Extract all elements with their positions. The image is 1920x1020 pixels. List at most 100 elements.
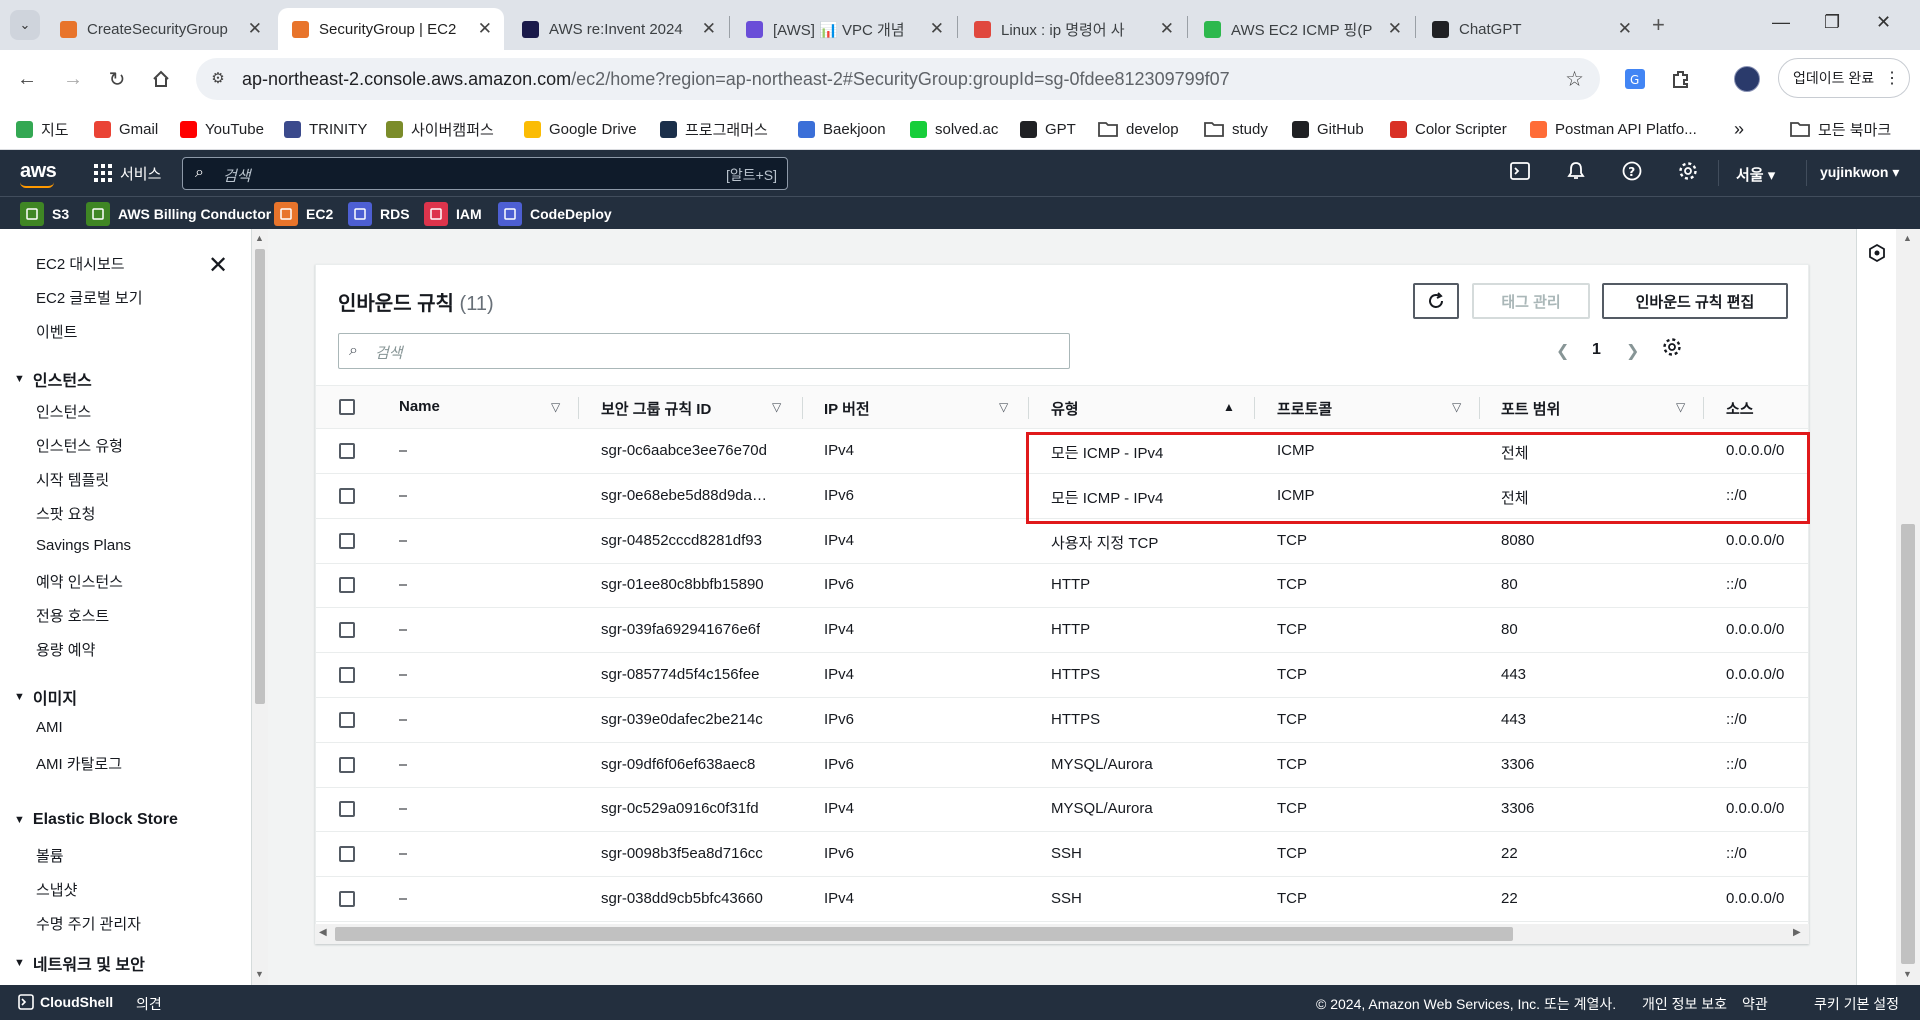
bookmark-item[interactable]: Gmail <box>94 108 158 150</box>
column-header[interactable]: 소스 <box>1726 398 1754 419</box>
column-header[interactable]: IP 버전 <box>824 398 870 419</box>
bookmark-item[interactable]: GPT <box>1020 108 1076 150</box>
sort-icon[interactable]: ▽ <box>1676 400 1685 414</box>
sidebar-link[interactable]: 예약 인스턴스 <box>36 571 123 592</box>
close-tab-icon[interactable]: ✕ <box>1160 19 1174 39</box>
all-bookmarks-folder[interactable]: 모든 북마크 <box>1790 108 1891 150</box>
row-checkbox[interactable] <box>339 891 355 907</box>
close-tab-icon[interactable]: ✕ <box>930 19 944 39</box>
edit-inbound-rules-button[interactable]: 인바운드 규칙 편집 <box>1602 283 1788 319</box>
terms-link[interactable]: 약관 <box>1742 994 1768 1014</box>
row-checkbox[interactable] <box>339 667 355 683</box>
sidebar-section-header[interactable]: ▼ Elastic Block Store <box>14 811 178 829</box>
column-divider[interactable] <box>802 397 803 419</box>
browser-tab[interactable]: SecurityGroup | EC2 ✕ <box>278 8 504 50</box>
sidebar-link[interactable]: 용량 예약 <box>36 639 95 660</box>
update-button[interactable]: 업데이트 완료 ⋮ <box>1778 58 1910 98</box>
row-checkbox[interactable] <box>339 577 355 594</box>
column-divider[interactable] <box>1479 397 1480 419</box>
scroll-down-icon[interactable]: ▼ <box>255 969 264 979</box>
sidebar-section-header[interactable]: ▼ 네트워크 및 보안 <box>14 951 145 975</box>
scroll-up-icon[interactable]: ▲ <box>1903 233 1912 243</box>
table-row[interactable]: – sgr-0c529a0916c0f31fd IPv4 MYSQL/Aurora TC… <box>316 787 1808 833</box>
sidebar-scroll-thumb[interactable] <box>255 249 265 704</box>
column-header[interactable]: 프로토콜 <box>1277 398 1332 419</box>
sidebar-link[interactable]: 이벤트 <box>36 321 77 342</box>
profile-avatar[interactable] <box>1732 64 1762 94</box>
table-row[interactable]: – sgr-0098b3f5ea8d716cc IPv6 SSH TCP 22::/0 <box>316 832 1808 878</box>
column-header[interactable]: 포트 범위 <box>1501 398 1560 419</box>
browser-tab[interactable]: AWS EC2 ICMP 핑(P ✕ <box>1190 8 1414 50</box>
manage-tags-button[interactable]: 태그 관리 <box>1472 283 1590 319</box>
row-checkbox[interactable] <box>339 801 355 818</box>
sidebar-link[interactable]: 인스턴스 유형 <box>36 435 123 456</box>
column-header[interactable]: 보안 그룹 규칙 ID <box>601 398 711 419</box>
address-bar[interactable]: ⚙ ap-northeast-2.console.aws.amazon.com/… <box>196 58 1600 100</box>
notifications-bell-icon[interactable] <box>1564 161 1588 185</box>
bookmark-item[interactable]: GitHub <box>1292 108 1364 150</box>
favorite-service-link[interactable]: EC2 <box>274 201 333 227</box>
refresh-button[interactable] <box>1413 283 1459 319</box>
browser-tab[interactable]: CreateSecurityGroup ✕ <box>46 8 274 50</box>
sort-icon[interactable]: ▽ <box>1452 400 1461 414</box>
bookmark-item[interactable]: 사이버캠퍼스 <box>386 108 494 150</box>
cookie-preferences-link[interactable]: 쿠키 기본 설정 <box>1814 994 1899 1014</box>
bookmark-item[interactable]: TRINITY <box>284 108 367 150</box>
table-horizontal-scrollbar[interactable]: ◀ ▶ <box>315 924 1809 944</box>
bookmark-item[interactable]: solved.ac <box>910 108 998 150</box>
help-icon[interactable]: ? <box>1620 161 1644 185</box>
row-checkbox[interactable] <box>339 487 355 504</box>
favorite-service-link[interactable]: RDS <box>348 201 410 227</box>
sidebar-scrollbar[interactable]: ▲ ▼ <box>252 229 268 985</box>
bookmark-item[interactable]: Postman API Platfo... <box>1530 108 1697 150</box>
sort-icon[interactable]: ▽ <box>551 400 560 414</box>
sidebar-link[interactable]: AMI <box>36 719 63 736</box>
table-preferences-button[interactable] <box>1662 337 1682 362</box>
aws-logo[interactable]: aws <box>20 160 57 188</box>
favorite-service-link[interactable]: S3 <box>20 201 69 227</box>
hexagon-info-icon[interactable] <box>1867 243 1887 267</box>
forward-button[interactable]: → <box>58 64 88 94</box>
sort-icon[interactable]: ▽ <box>999 400 1008 414</box>
back-button[interactable]: ← <box>12 64 42 94</box>
row-checkbox[interactable] <box>339 622 355 639</box>
sidebar-link[interactable]: 인스턴스 <box>36 401 91 422</box>
scroll-right-icon[interactable]: ▶ <box>1793 927 1801 938</box>
next-page-button[interactable]: ❯ <box>1626 341 1639 361</box>
minimize-button[interactable]: — <box>1772 12 1790 33</box>
row-checkbox[interactable] <box>339 756 355 773</box>
tab-search-button[interactable]: ⌄ <box>10 10 40 40</box>
page-scroll-thumb[interactable] <box>1901 524 1915 964</box>
page-number[interactable]: 1 <box>1592 341 1601 359</box>
table-row[interactable]: – sgr-09df6f06ef638aec8 IPv6 MYSQL/Aurora TC… <box>316 743 1808 788</box>
home-button[interactable] <box>146 64 176 94</box>
prev-page-button[interactable]: ❮ <box>1556 341 1569 361</box>
row-checkbox[interactable] <box>339 532 355 549</box>
sidebar-link[interactable]: 볼륨 <box>36 845 64 866</box>
bookmark-item[interactable]: Google Drive <box>524 108 637 150</box>
close-tab-icon[interactable]: ✕ <box>702 19 716 39</box>
column-divider[interactable] <box>1028 397 1029 419</box>
url-text[interactable]: ap-northeast-2.console.aws.amazon.com/ec… <box>242 69 1230 90</box>
browser-tab[interactable]: AWS re:Invent 2024 ✕ <box>508 8 728 50</box>
rules-filter-input[interactable]: ⌕ 검색 <box>338 333 1070 369</box>
site-info-icon[interactable]: ⚙ <box>208 69 228 89</box>
scroll-left-icon[interactable]: ◀ <box>319 927 327 938</box>
translate-icon[interactable]: G <box>1620 64 1650 94</box>
services-grid-icon[interactable] <box>94 164 112 186</box>
feedback-link[interactable]: 의견 <box>136 994 162 1014</box>
bookmark-item[interactable]: develop <box>1098 108 1179 150</box>
column-header[interactable]: Name <box>399 398 440 415</box>
browser-tab[interactable]: [AWS] 📊 VPC 개념 ✕ <box>732 8 956 50</box>
row-checkbox[interactable] <box>339 443 355 459</box>
bookmark-item[interactable]: Baekjoon <box>798 108 886 150</box>
table-row[interactable]: – sgr-04852cccd8281df93 IPv4 사용자 지정 TCP TCP 8… <box>316 519 1808 564</box>
sidebar-link[interactable]: EC2 글로벌 보기 <box>36 287 143 308</box>
bookmark-item[interactable]: Color Scripter <box>1390 108 1507 150</box>
select-all-checkbox[interactable] <box>339 399 355 415</box>
browser-tab[interactable]: ChatGPT ✕ <box>1418 8 1644 50</box>
bookmark-item[interactable]: 지도 <box>16 108 69 150</box>
sidebar-link[interactable]: 시작 템플릿 <box>36 469 109 490</box>
favorite-service-link[interactable]: CodeDeploy <box>498 201 612 227</box>
scroll-down-icon[interactable]: ▼ <box>1903 969 1912 979</box>
